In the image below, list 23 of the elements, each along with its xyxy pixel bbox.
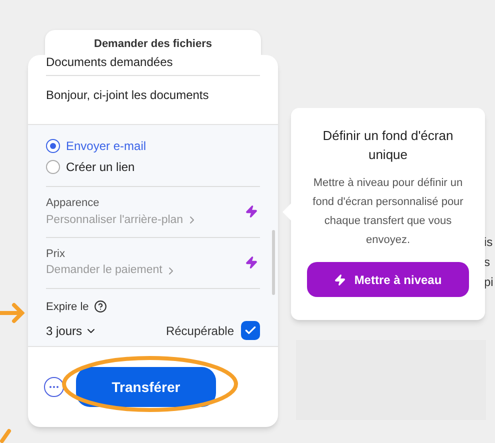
- recoverable-label: Récupérable: [166, 322, 234, 340]
- popover-title: Définir un fond d'écran unique: [322, 127, 454, 164]
- check-icon: [244, 324, 257, 337]
- title-field[interactable]: Documents demandées: [46, 55, 260, 76]
- bolt-icon: [334, 274, 346, 286]
- background-text: pi: [484, 274, 494, 291]
- option-label: Apparence: [46, 196, 100, 211]
- scrollbar[interactable]: [272, 230, 275, 295]
- more-button[interactable]: [44, 377, 64, 397]
- expiry-label: Expire le: [46, 300, 89, 314]
- arrow-annotation: [0, 302, 26, 324]
- delivery-radio[interactable]: Envoyer e-mail: [46, 137, 260, 155]
- recoverable-checkbox[interactable]: [241, 321, 260, 340]
- option-label: Prix: [46, 246, 66, 262]
- popover-text: Mettre à niveau pour définir un fond d'écran personnalisé pour chaque transfert que vous envoyez.: [312, 176, 464, 248]
- background-text: is: [484, 234, 494, 251]
- transfer-button[interactable]: Transférer: [76, 367, 216, 407]
- help-icon[interactable]: [94, 300, 107, 314]
- message-field[interactable]: Bonjour, ci-joint les documents: [46, 76, 260, 124]
- upgrade-button[interactable]: Mettre à niveau: [307, 262, 469, 297]
- expiry-dropdown[interactable]: 3 jours: [46, 322, 98, 340]
- request-tab[interactable]: Demander des fichiers: [45, 30, 261, 55]
- delivery-radio[interactable]: Créer un lien: [46, 158, 260, 176]
